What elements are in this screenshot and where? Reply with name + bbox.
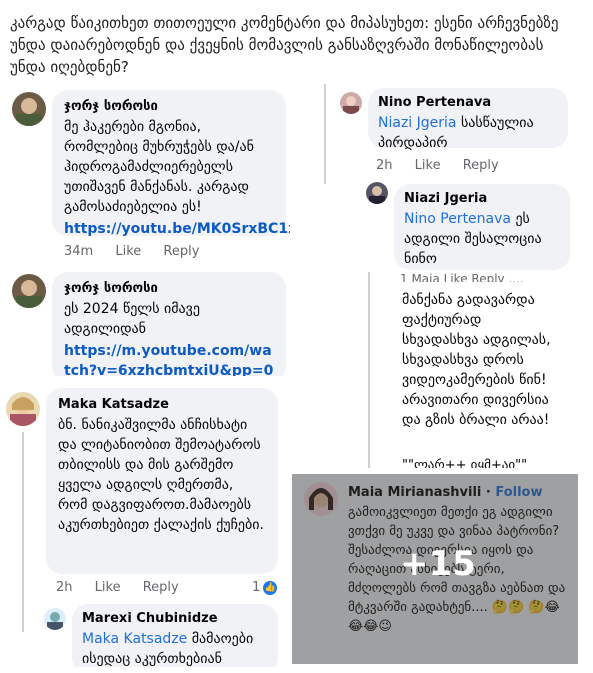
like-reaction-icon: 👍 xyxy=(263,580,278,595)
comment-bubble: Nino Pertenava Niazi Jgeria სასწაულია პი… xyxy=(368,88,568,151)
comment-author[interactable]: Nino Pertenava xyxy=(378,94,558,111)
comment-author[interactable]: Niazi Jgeria xyxy=(404,190,560,207)
comment-author[interactable]: ჯორჯ სოროსი xyxy=(64,98,274,115)
more-count[interactable]: +15 xyxy=(400,544,476,584)
comment-tile-continued: 1 Maia Like Reply .... მანქანა გადავარდა… xyxy=(292,272,578,468)
comment-tail: ""ლარ++ იყმ+აი"" xyxy=(402,458,528,468)
comment-link[interactable]: https://youtu.be/MK0SrxBC1xs xyxy=(64,219,290,239)
comment-time[interactable]: 2h xyxy=(56,580,73,595)
comment-actions: 2h Like Reply xyxy=(376,158,517,173)
comment-tile-maia-more[interactable]: Maia Mirianashvili · Follow გამოიკვლიეთ … xyxy=(292,474,578,664)
comment-actions: 2h Like Reply xyxy=(56,580,197,595)
like-button[interactable]: Like xyxy=(115,244,141,259)
comment-author[interactable]: Maka Katsadze xyxy=(58,396,266,413)
mention-link[interactable]: Maka Katsadze xyxy=(82,631,187,647)
comment-text: ეს 2024 წელს იმავე ადგილიდან xyxy=(64,301,200,337)
comment-author[interactable]: ჯორჯ სოროსი xyxy=(64,280,274,297)
comment-bubble: Marexi Chubinidze Maka Katsadze მამაოები… xyxy=(72,604,278,667)
reply-button[interactable]: Reply xyxy=(463,158,499,173)
reaction-number: 1 xyxy=(252,580,261,595)
comment-bubble: ჯორჯ სოროსი ეს 2024 წელს იმავე ადგილიდან… xyxy=(52,272,286,376)
thread-line xyxy=(22,432,24,632)
comment-text: მანქანა გადავარდა ფაქტიურად სხვადასხვა ა… xyxy=(402,292,551,428)
reply-button[interactable]: Reply xyxy=(143,580,179,595)
comment-tile-soros-1: ჯორჯ სოროსი მე ჰაკერები მგონია, რომლებიც… xyxy=(0,84,290,264)
like-button[interactable]: Like xyxy=(415,158,441,173)
comment-text: მე ჰაკერები მგონია, რომლებიც მუხრუჭებს დ… xyxy=(64,119,254,215)
mention-link[interactable]: Nino Pertenava xyxy=(404,211,511,227)
avatar[interactable] xyxy=(366,182,388,204)
thread-line xyxy=(324,84,326,184)
avatar[interactable] xyxy=(6,392,40,426)
comment-tile-replies: Nino Pertenava Niazi Jgeria სასწაულია პი… xyxy=(304,84,579,279)
comment-bubble: ჯორჯ სოროსი მე ჰაკერები მგონია, რომლებიც… xyxy=(52,90,290,239)
comment-author[interactable]: Marexi Chubinidze xyxy=(82,610,268,627)
comment-tile-soros-2: ჯორჯ სოროსი ეს 2024 წელს იმავე ადგილიდან… xyxy=(0,268,290,376)
comment-actions: 34m Like Reply xyxy=(64,244,217,259)
avatar[interactable] xyxy=(12,92,46,126)
comment-text: ბნ. ნანიკაშვილმა ანჩისხატი და ლიტანიობით… xyxy=(58,417,264,533)
comment-time[interactable]: 34m xyxy=(64,244,93,259)
comment-bubble: Maka Katsadze ბნ. ნანიკაშვილმა ანჩისხატი… xyxy=(46,388,278,574)
comment-link[interactable]: https://m.youtube.com/watch?v=6xzhcbmtxi… xyxy=(64,341,274,376)
like-button[interactable]: Like xyxy=(95,580,121,595)
reaction-count[interactable]: 1 👍 xyxy=(252,580,278,595)
avatar[interactable] xyxy=(12,274,46,308)
post-question: კარგად წაიკითხეთ თითოეული კომენტარი და მ… xyxy=(10,14,559,76)
mention-link[interactable]: Niazi Jgeria xyxy=(378,115,456,131)
thread-line xyxy=(368,272,370,468)
comment-time[interactable]: 2h xyxy=(376,158,393,173)
truncated-meta: 1 Maia Like Reply .... xyxy=(400,272,524,282)
comment-tile-maka: Maka Katsadze ბნ. ნანიკაშვილმა ანჩისხატი… xyxy=(0,382,290,667)
comment-bubble: Niazi Jgeria Nino Pertenava ეს ადგილი შე… xyxy=(394,184,570,270)
avatar[interactable] xyxy=(44,608,66,630)
reply-button[interactable]: Reply xyxy=(163,244,199,259)
avatar[interactable] xyxy=(340,92,362,114)
